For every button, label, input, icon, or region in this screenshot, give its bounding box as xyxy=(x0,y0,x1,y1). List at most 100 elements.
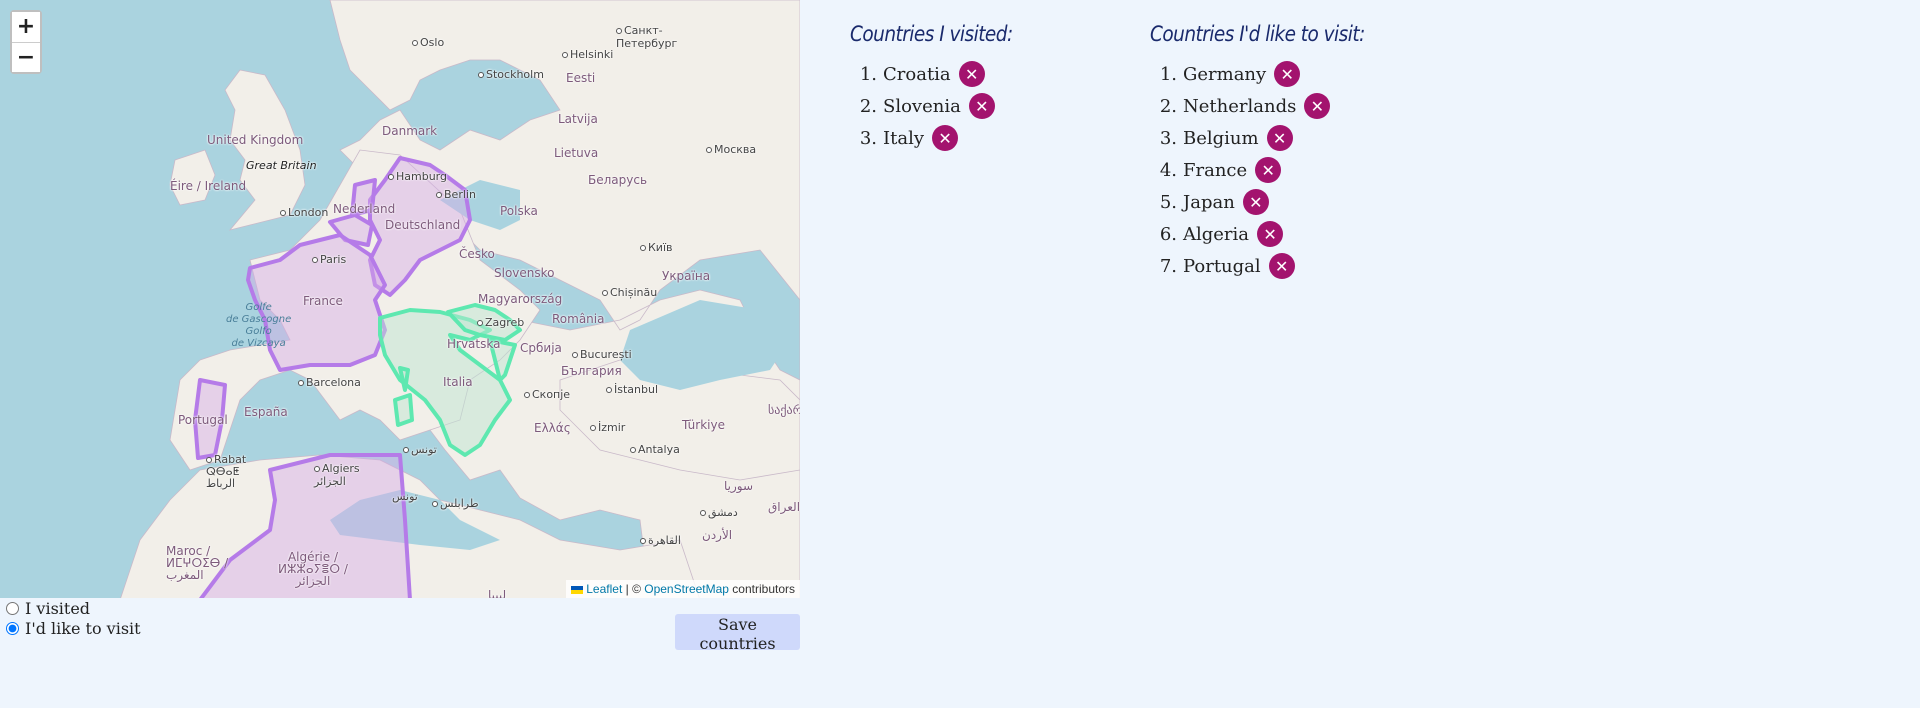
country-name: Japan xyxy=(1183,191,1235,213)
map-label-maroc: Maroc / ⵍⵎⵖⵔⵉⴱ / المغرب xyxy=(166,544,229,582)
visited-list: 1. Croatia ✕ 2. Slovenia ✕ 3. Italy ✕ xyxy=(850,58,1035,154)
map-label-libya: ليبيا xyxy=(488,588,507,598)
map-label-izmir: İzmir xyxy=(590,421,625,434)
wishlist-section: Countries I'd like to visit: 1. Germany … xyxy=(1150,22,1394,282)
country-name: Netherlands xyxy=(1183,95,1297,117)
map-label-srbija: Србија xyxy=(520,341,562,355)
mode-wish-label: I'd like to visit xyxy=(25,619,141,638)
map-label-hrvatska: Hrvatska xyxy=(447,337,501,351)
map-label-ireland: Éire / Ireland xyxy=(170,179,247,193)
map-label-danmark: Danmark xyxy=(382,124,438,138)
map-label-iraq: العراق xyxy=(768,500,800,514)
map-label-ukraina: Україна xyxy=(662,269,711,283)
map-label-bucuresti: București xyxy=(572,348,632,361)
map-label-portugal: Portugal xyxy=(178,413,228,427)
map-label-moskva: Москва xyxy=(706,143,756,156)
mode-visited-label: I visited xyxy=(25,599,91,618)
country-name: Italy xyxy=(883,127,925,149)
map-label-suria: سوريا xyxy=(724,479,754,493)
ukraine-flag-icon xyxy=(571,585,584,594)
map-label-ellada: Ελλάς xyxy=(534,421,571,435)
attribution-suffix: contributors xyxy=(728,582,795,596)
map-label-uk: United Kingdom xyxy=(207,133,304,147)
remove-button[interactable]: ✕ xyxy=(1266,125,1293,151)
map-label-turkiye: Türkiye xyxy=(682,418,725,432)
close-icon: ✕ xyxy=(1261,160,1275,180)
country-name: Germany xyxy=(1183,63,1267,85)
list-item: 7. Portugal ✕ xyxy=(1150,250,1394,282)
close-icon: ✕ xyxy=(938,128,952,148)
close-icon: ✕ xyxy=(1272,128,1287,148)
map-label-dimashq: دمشق xyxy=(700,506,738,519)
map-label-london: London xyxy=(280,206,328,219)
map-label-gascogne: Golfe de Gascogne Golfo de Vizcaya xyxy=(226,302,292,349)
mode-wish-radio[interactable] xyxy=(6,622,19,635)
map-tiles xyxy=(120,0,800,598)
list-item: 2. Slovenia ✕ xyxy=(850,90,1035,122)
country-name: France xyxy=(1183,159,1248,181)
map-label-romania: România xyxy=(552,312,605,326)
remove-button[interactable]: ✕ xyxy=(932,125,959,151)
list-item: 3. Italy ✕ xyxy=(850,122,1035,154)
map-label-lietuva: Lietuva xyxy=(554,146,599,160)
remove-button[interactable]: ✕ xyxy=(1268,253,1295,279)
list-item: 5. Japan ✕ xyxy=(1150,186,1394,218)
openstreetmap-link[interactable]: OpenStreetMap xyxy=(644,582,729,596)
list-item: 6. Algeria ✕ xyxy=(1150,218,1394,250)
country-name: Belgium xyxy=(1183,127,1259,149)
remove-button[interactable]: ✕ xyxy=(958,61,985,87)
map-label-skopje: Скопје xyxy=(524,388,570,401)
map-label-deutschland: Deutschland xyxy=(385,218,461,232)
map-label-tunis-country: تونس xyxy=(392,490,418,503)
map-label-sakartvelo: საქართველო xyxy=(768,403,800,417)
list-item: 2. Netherlands ✕ xyxy=(1150,90,1394,122)
map-label-italia: Italia xyxy=(443,375,473,389)
map-label-chisinau: Chișinău xyxy=(602,286,657,299)
remove-button[interactable]: ✕ xyxy=(1242,189,1269,215)
map-label-kyiv: Київ xyxy=(640,241,673,254)
mode-visited-option[interactable]: I visited xyxy=(4,599,90,618)
remove-button[interactable]: ✕ xyxy=(1304,93,1331,119)
mode-visited-radio[interactable] xyxy=(6,602,19,615)
save-countries-button[interactable]: Save countries xyxy=(675,614,800,653)
map-label-polska: Polska xyxy=(500,204,538,218)
map-label-tarabulus: طرابلس xyxy=(432,497,479,510)
map-label-espana: España xyxy=(244,405,288,419)
map-label-oslo: Oslo xyxy=(412,36,444,49)
leaflet-link[interactable]: Leaflet xyxy=(586,582,622,596)
map-label-cesko: Česko xyxy=(459,247,495,261)
close-icon: ✕ xyxy=(975,96,989,116)
map-label-rabat: Rabat ⵕⴱⴰⵟ الرباط xyxy=(206,453,247,490)
map-label-bulgaria: България xyxy=(561,364,622,378)
mode-wish-option[interactable]: I'd like to visit xyxy=(4,619,141,638)
map-label-eesti: Eesti xyxy=(566,71,596,85)
list-item: 4. France ✕ xyxy=(1150,154,1394,186)
list-item: 3. Belgium ✕ xyxy=(1150,122,1394,154)
map-label-algerie: Algérie / ⵍⵣⵣⴰⵢⴻⵔ / الجزائر xyxy=(278,550,348,588)
visited-list-title: Countries I visited: xyxy=(850,22,1013,46)
country-name: Algeria xyxy=(1183,223,1250,245)
country-name: Croatia xyxy=(883,63,951,85)
zoom-out-button[interactable]: − xyxy=(12,42,40,72)
remove-button[interactable]: ✕ xyxy=(1274,61,1301,87)
map-label-hamburg: Hamburg xyxy=(388,170,447,183)
map-label-nederland: Nederland xyxy=(333,202,396,216)
wishlist: 1. Germany ✕ 2. Netherlands ✕ 3. Belgium… xyxy=(1150,58,1394,282)
map-label-algiers: Algiers الجزائر xyxy=(314,462,360,488)
remove-button[interactable]: ✕ xyxy=(1257,221,1284,247)
remove-button[interactable]: ✕ xyxy=(968,93,995,119)
close-icon: ✕ xyxy=(1274,256,1289,276)
map-label-great-britain: Great Britain xyxy=(246,159,317,172)
remove-button[interactable]: ✕ xyxy=(1255,157,1282,183)
close-icon: ✕ xyxy=(1263,224,1277,244)
country-name: Portugal xyxy=(1183,255,1261,277)
zoom-control: + − xyxy=(10,10,42,74)
list-item: 1. Germany ✕ xyxy=(1150,58,1394,90)
map[interactable]: Oslo Stockholm Helsinki Санкт- Петербург… xyxy=(0,0,800,598)
map-label-barcelona: Barcelona xyxy=(298,376,361,389)
map-label-urdun: الأردن xyxy=(702,528,733,542)
map-label-antalya: Antalya xyxy=(630,443,680,456)
zoom-in-button[interactable]: + xyxy=(12,12,40,42)
map-label-belarus: Беларусь xyxy=(588,173,648,187)
visited-list-section: Countries I visited: 1. Croatia ✕ 2. Slo… xyxy=(850,22,1035,154)
